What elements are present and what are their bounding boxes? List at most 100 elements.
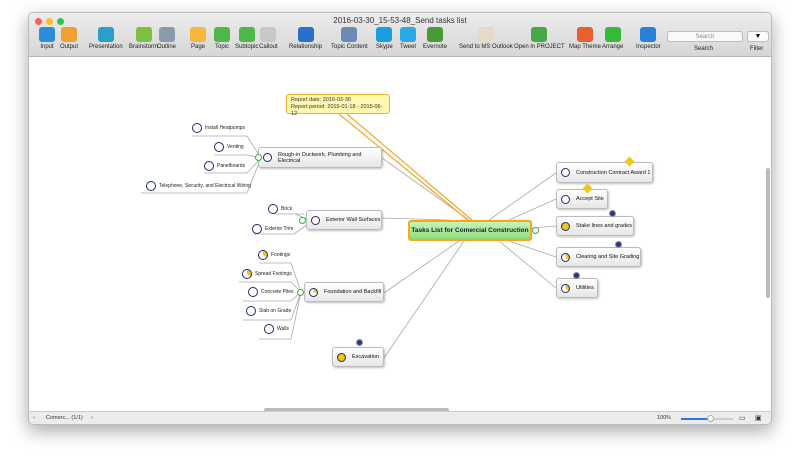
toolbar-label: Input [40, 44, 54, 50]
zoom-slider[interactable] [681, 415, 733, 422]
progress-icon [204, 161, 214, 171]
topic-label: Construction Contract Award 1 [576, 169, 651, 176]
toolbar-presentation-button[interactable]: Presentation [89, 27, 123, 50]
toolbar-output-button[interactable]: Output [60, 27, 78, 50]
topic-node[interactable]: Foundation and Backfill [304, 282, 384, 302]
toolbar-outlook-button[interactable]: Send to MS Outlook [459, 27, 513, 50]
next-page-button[interactable]: › [91, 415, 93, 421]
progress-icon [214, 142, 224, 152]
toolbar-map-theme-button[interactable]: Map Theme [569, 27, 601, 50]
fullscreen-icon[interactable]: ▣ [755, 414, 762, 422]
toolbar-label: Page [190, 44, 205, 50]
progress-icon [258, 250, 268, 260]
topic-node[interactable]: Utilities [556, 278, 598, 298]
toolbar-label: Topic [214, 44, 229, 50]
toolbar-topic-content-button[interactable]: Topic Content [331, 27, 368, 50]
leaf-label: Venting [227, 144, 244, 150]
page-selector[interactable]: Comerc... (1/1) [46, 415, 83, 421]
toolbar-relationship-button[interactable]: Relationship [289, 27, 322, 50]
page-icon [190, 27, 206, 42]
progress-icon [248, 287, 258, 297]
resource-icon [356, 339, 363, 346]
search-label: Search [694, 46, 714, 52]
topic-node[interactable]: Stake lines and grades [556, 216, 634, 236]
resource-icon [573, 272, 580, 279]
topic-label: Clearing and Site Grading [576, 254, 640, 260]
progress-icon [192, 123, 202, 133]
collapse-toggle[interactable] [255, 154, 262, 161]
toolbar-callout-button[interactable]: Callout [259, 27, 278, 50]
topic-node[interactable]: Excavation [332, 347, 384, 367]
toolbar-tweet-button[interactable]: Tweet [400, 27, 416, 50]
toolbar-evernote-button[interactable]: Evernote [423, 27, 447, 50]
leaf-label: Brick [281, 206, 293, 212]
subtopic-icon [238, 27, 255, 42]
progress-icon [561, 283, 570, 293]
topic-node[interactable]: Accept Site [556, 189, 608, 209]
resource-icon [615, 241, 622, 248]
subtopic-leaf[interactable]: Brick [268, 204, 292, 214]
topic-label: Utilities [576, 285, 594, 291]
central-topic[interactable]: Tasks List for Comercial Construction [408, 220, 532, 241]
progress-icon [263, 153, 272, 162]
output-icon [61, 27, 77, 42]
leaf-label: Panelboards [217, 163, 246, 169]
topic-node[interactable]: Rough-in Ductwork, Plumbing and Electric… [258, 147, 382, 168]
toolbar-input-button[interactable]: Input [39, 27, 55, 50]
toolbar-label: Arrange [602, 44, 624, 50]
toolbar-label: Presentation [89, 44, 123, 50]
leaf-label: Exterior Trim [265, 226, 294, 232]
toolbar-inspector-button[interactable]: Inspector [636, 27, 661, 50]
status-bar: ‹ Comerc... (1/1) › 100% ▭ ▣ [29, 411, 771, 424]
collapse-toggle[interactable] [299, 217, 306, 224]
topic-node[interactable]: Construction Contract Award 1 [556, 162, 653, 183]
outlook-icon [477, 27, 494, 42]
zoom-level[interactable]: 100% [657, 415, 671, 421]
toolbar-label: Topic Content [331, 44, 368, 50]
search-input[interactable]: Search [667, 31, 743, 42]
toolbar-brainstorm-button[interactable]: Brainstorm [129, 27, 158, 50]
toolbar-arrange-button[interactable]: Arrange [602, 27, 623, 50]
subtopic-leaf[interactable]: Slab on Grade [246, 306, 291, 316]
topic-label: Foundation and Backfill [324, 289, 382, 295]
toolbar-label: Send to MS Outlook [459, 44, 513, 50]
filter-label: Filter [750, 46, 764, 52]
toolbar-subtopic-button[interactable]: Subtopic [235, 27, 258, 50]
topic-node[interactable]: Exterior Wall Surfaces [306, 210, 382, 230]
topic-node[interactable]: Clearing and Site Grading [556, 247, 641, 267]
filter-button[interactable]: ▼ [747, 31, 769, 42]
toolbar-topic-button[interactable]: Topic [214, 27, 230, 50]
prev-page-button[interactable]: ‹ [33, 415, 35, 421]
topic-label: Stake lines and grades [576, 223, 632, 229]
toolbar-page-button[interactable]: Page [190, 27, 206, 50]
subtopic-leaf[interactable]: Exterior Trim [252, 224, 293, 234]
toolbar-outline-button[interactable]: Outline [157, 27, 176, 50]
vertical-scrollbar[interactable] [766, 168, 770, 298]
toolbar-skype-button[interactable]: Skype [376, 27, 393, 50]
subtopic-leaf[interactable]: Panelboards [204, 161, 245, 171]
mind-map-canvas[interactable]: Report date: 2016-03-30 Report period: 2… [29, 58, 771, 408]
subtopic-leaf[interactable]: Venting [214, 142, 244, 152]
toolbar-label: Evernote [423, 44, 448, 50]
collapse-toggle[interactable] [532, 227, 539, 234]
presentation-icon [97, 27, 114, 42]
subtopic-leaf[interactable]: Concrete Piles [248, 287, 294, 297]
callout-report-date: Report date: 2016-03-30 [291, 97, 351, 103]
progress-icon [146, 181, 156, 191]
evernote-icon [427, 27, 443, 42]
subtopic-leaf[interactable]: Footings [258, 250, 290, 260]
toolbar-project-button[interactable]: Open in PROJECT [514, 27, 565, 50]
topic-label: Exterior Wall Surfaces [326, 217, 381, 223]
callout-icon [260, 27, 277, 42]
subtopic-leaf[interactable]: Install Heatpumps [192, 123, 245, 133]
report-callout[interactable]: Report date: 2016-03-30 Report period: 2… [286, 94, 390, 117]
leaf-label: Telephone, Security, and Electrical Wiri… [159, 183, 251, 189]
subtopic-leaf[interactable]: Spread Footings [242, 269, 292, 279]
fit-icon[interactable]: ▭ [739, 414, 746, 422]
toolbar-label: Skype [376, 44, 393, 50]
leaf-label: Walls [277, 326, 290, 332]
collapse-toggle[interactable] [297, 289, 304, 296]
leaf-label: Slab on Grade [259, 308, 292, 314]
subtopic-leaf[interactable]: Walls [264, 324, 289, 334]
subtopic-leaf[interactable]: Telephone, Security, and Electrical Wiri… [146, 181, 251, 191]
